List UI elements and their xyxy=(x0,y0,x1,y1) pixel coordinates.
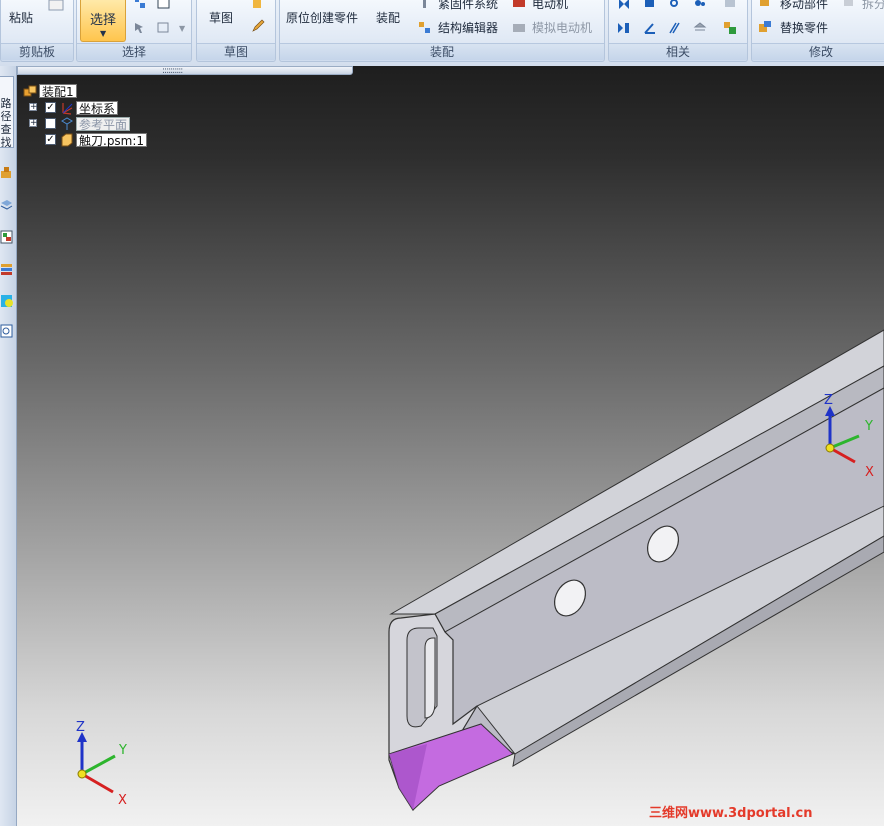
clipboard-group: 粘贴 剪贴板 xyxy=(0,0,74,62)
motor-icon[interactable] xyxy=(512,0,526,10)
chevron-down-icon: ▼ xyxy=(100,29,107,38)
select-group-title: 选择 xyxy=(77,43,191,60)
assemble-button[interactable]: 装配 xyxy=(376,10,400,26)
select-button-label: 选择 xyxy=(89,13,116,28)
simulate-motor-icon[interactable] xyxy=(512,21,526,35)
tree-item-label: 坐标系 xyxy=(76,101,119,116)
assembly-group: 原位创建零件 装配 紧固件系统 电动机 结构编辑器 模拟电动机 装配 xyxy=(279,0,605,62)
move-parts-button[interactable]: 移动部件 xyxy=(780,0,828,12)
paste-icon[interactable] xyxy=(47,0,65,12)
select-tool-icon[interactable] xyxy=(133,21,147,35)
sensors-icon[interactable] xyxy=(0,262,13,276)
sketch-shape-icon[interactable] xyxy=(251,0,265,11)
tree-root-label: 装配1 xyxy=(39,84,77,99)
part-triad-x-label: X xyxy=(865,465,874,480)
visibility-checkbox[interactable] xyxy=(45,118,56,129)
relate-assistant-icon[interactable] xyxy=(723,21,737,35)
model-scene: Z Y X Z Y X xyxy=(76,329,884,812)
relate-group: 相关 xyxy=(608,0,748,62)
disperse-icon[interactable] xyxy=(842,0,856,10)
select-group: 选择 ▼ ▼ 选择 xyxy=(76,0,192,62)
relate-tangent-icon[interactable] xyxy=(693,21,707,35)
motor-button[interactable]: 电动机 xyxy=(532,0,568,12)
end-slot-inner xyxy=(424,637,436,719)
watermark: 三维网www.3dportal.cn xyxy=(649,806,813,821)
select-mode-icon[interactable] xyxy=(157,21,171,35)
fastener-system-button[interactable]: 紧固件系统 xyxy=(438,0,498,12)
structure-editor-icon[interactable] xyxy=(418,21,432,35)
paste-button[interactable]: 粘贴 xyxy=(9,10,33,26)
knife-part[interactable] xyxy=(388,329,884,812)
reference-plane-icon xyxy=(61,117,73,130)
move-parts-icon[interactable] xyxy=(758,0,772,10)
visibility-checkbox[interactable]: ✓ xyxy=(45,134,56,145)
layers-icon[interactable] xyxy=(0,198,13,212)
pencil-icon[interactable] xyxy=(251,19,265,33)
visibility-checkbox[interactable]: ✓ xyxy=(45,102,56,113)
relate-axial-icon[interactable] xyxy=(617,21,631,35)
sketch-group-title: 草图 xyxy=(197,43,275,60)
fastener-icon[interactable] xyxy=(418,0,432,10)
disperse-button[interactable]: 拆分 xyxy=(862,0,884,12)
pathfinder-tab[interactable]: 路径查找器 xyxy=(0,76,14,148)
analysis-icon[interactable] xyxy=(0,294,13,308)
relate-point-icon[interactable] xyxy=(667,0,681,11)
assembly-icon xyxy=(23,85,37,97)
clipboard-group-title: 剪贴板 xyxy=(1,43,73,60)
part-triad-y-label: Y xyxy=(864,419,873,434)
view-triad-y-label: Y xyxy=(118,743,127,758)
modify-group: 移动部件 拆分 替换零件 修改 xyxy=(751,0,884,62)
sheet-metal-part-icon xyxy=(61,133,73,147)
inplace-create-part-button[interactable]: 原位创建零件 xyxy=(286,10,358,26)
pathfinder-tab-label: 路径查找器 xyxy=(0,97,12,147)
assembly-group-title: 装配 xyxy=(280,43,604,60)
pane-splitter[interactable]: :::::::::: xyxy=(17,66,353,76)
select-button[interactable]: 选择 ▼ xyxy=(80,0,126,42)
coordinate-system-icon xyxy=(62,103,73,115)
select-filter-icon[interactable] xyxy=(133,0,147,11)
simulate-motor-button[interactable]: 模拟电动机 xyxy=(532,20,592,36)
left-toolbar: 路径查找器 xyxy=(0,66,17,826)
relate-parallel-icon[interactable] xyxy=(667,21,681,35)
view-triad-z-label: Z xyxy=(76,720,85,735)
ribbon: 粘贴 剪贴板 选择 ▼ ▼ 选择 草图 草图 原位创建零件 装配 紧固件系统 电… xyxy=(0,0,884,67)
replace-part-button[interactable]: 替换零件 xyxy=(780,20,828,36)
view-orientation-triad[interactable]: Z Y X xyxy=(76,720,127,808)
sketch-group: 草图 草图 xyxy=(196,0,276,62)
view-triad-x-label: X xyxy=(118,793,127,808)
features-icon[interactable] xyxy=(0,230,13,244)
relate-mate-icon[interactable] xyxy=(617,0,631,11)
relate-manager-icon[interactable] xyxy=(723,0,737,11)
tree-item-label: 参考平面 xyxy=(76,117,131,132)
relate-planar-icon[interactable] xyxy=(643,0,657,11)
replace-part-icon[interactable] xyxy=(758,20,772,34)
relate-gear-icon[interactable] xyxy=(693,0,707,11)
sketch-button[interactable]: 草图 xyxy=(209,10,233,26)
expand-icon[interactable]: + xyxy=(29,103,38,112)
splitter-grip-icon: :::::::::: xyxy=(162,66,183,76)
expand-icon[interactable]: + xyxy=(29,119,38,128)
relate-group-title: 相关 xyxy=(609,43,747,60)
tree-item-label: 触刀.psm:1 xyxy=(76,133,148,148)
view-icon[interactable] xyxy=(0,324,13,338)
modify-group-title: 修改 xyxy=(752,43,884,60)
select-window-icon[interactable] xyxy=(157,0,171,11)
parts-library-icon[interactable] xyxy=(0,166,13,180)
relate-angle-icon[interactable] xyxy=(643,21,657,35)
part-triad-z-label: Z xyxy=(824,393,833,408)
dropdown-arrow-icon[interactable]: ▼ xyxy=(179,21,185,37)
structure-editor-button[interactable]: 结构编辑器 xyxy=(438,20,498,36)
graphics-viewport[interactable]: Z Y X Z Y X :::::::::: 装配1 + ✓ 坐标系 + 参考平… xyxy=(17,66,884,826)
